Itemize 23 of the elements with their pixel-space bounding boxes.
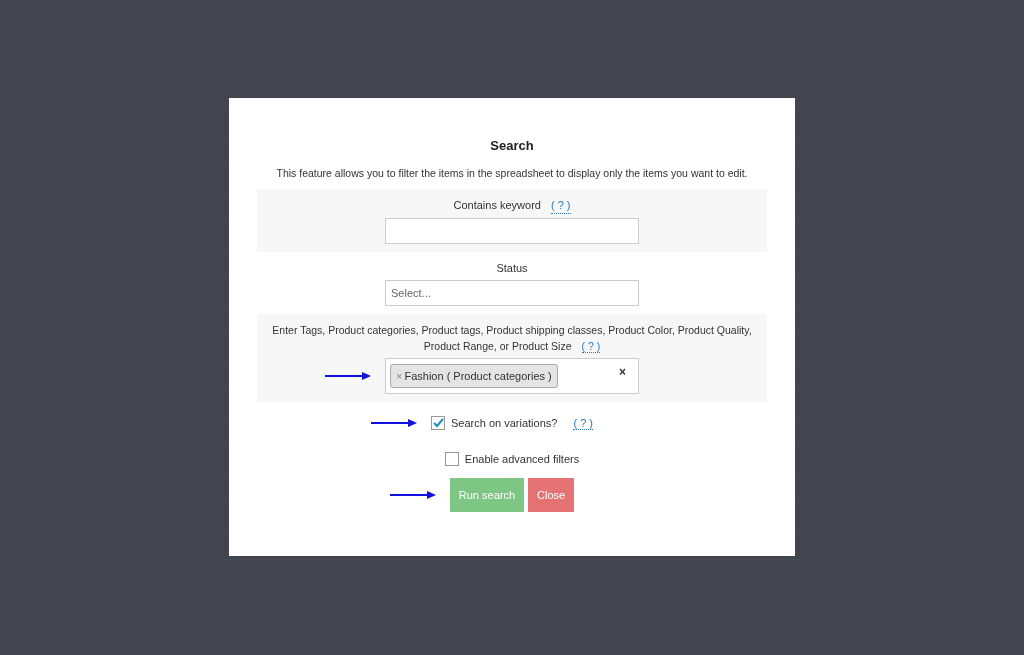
field-label: Contains keyword bbox=[453, 198, 541, 213]
help-link[interactable]: ( ? ) bbox=[581, 340, 601, 353]
help-link[interactable]: ( ? ) bbox=[573, 416, 593, 430]
status-select[interactable]: Select... bbox=[385, 280, 639, 306]
arrow-icon bbox=[325, 372, 371, 380]
checkbox-label: Search on variations? bbox=[451, 417, 558, 429]
remove-tag-button[interactable]: × bbox=[396, 370, 403, 382]
tag-label: Fashion ( Product categories ) bbox=[404, 370, 552, 382]
tag-chip[interactable]: × Fashion ( Product categories ) bbox=[390, 364, 558, 388]
tags-field[interactable]: × Fashion ( Product categories ) × bbox=[385, 358, 639, 394]
checkbox[interactable] bbox=[444, 452, 459, 466]
arrow-icon bbox=[389, 491, 436, 499]
checkbox[interactable] bbox=[431, 416, 445, 430]
help-link[interactable]: ( ? ) bbox=[550, 197, 571, 214]
dialog-title: Search bbox=[490, 138, 534, 153]
arrow-icon bbox=[371, 419, 417, 427]
dialog-description: This feature allows you to filter the items in the spreadsheet to display only the items you want to edit. bbox=[276, 167, 748, 179]
clear-button[interactable]: × bbox=[619, 365, 626, 379]
keyword-field[interactable] bbox=[385, 218, 639, 244]
checkbox-label: Enable advanced filters bbox=[464, 453, 580, 465]
field-label: Enter Tags, Product categories, Product tags, Product shipping classes, Product Color, Product Quality, Product Range, or Product Size ( ? ) bbox=[272, 324, 752, 352]
close-button[interactable]: Close bbox=[528, 478, 575, 512]
field-label: Status bbox=[496, 261, 528, 276]
